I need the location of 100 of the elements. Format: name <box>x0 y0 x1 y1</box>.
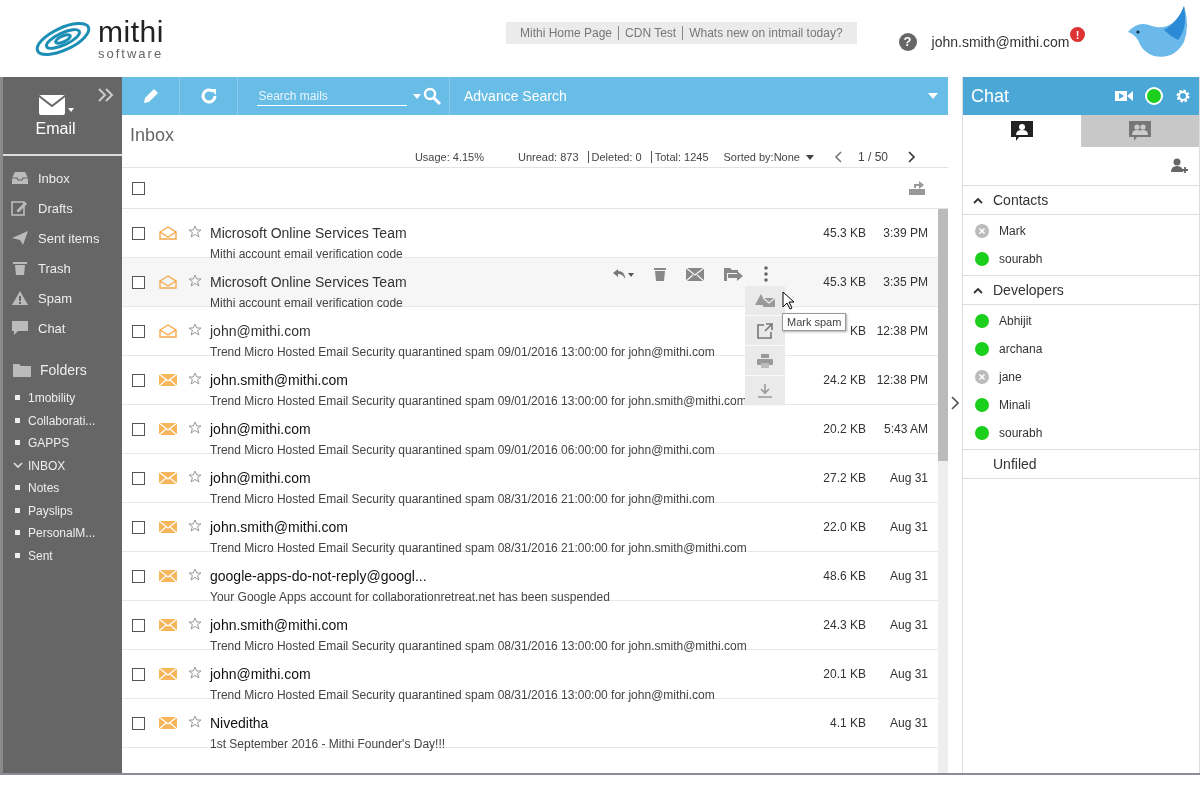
reply-icon[interactable] <box>612 268 634 280</box>
trash-icon[interactable] <box>654 267 666 281</box>
contact-group-header[interactable]: Contacts <box>963 186 1199 215</box>
contact-item[interactable]: sourabh <box>963 419 1199 447</box>
logo-tagline: software <box>98 47 164 60</box>
contact-item[interactable]: archana <box>963 335 1199 363</box>
nav-item[interactable]: Chat <box>3 313 122 343</box>
popout-icon <box>757 322 773 339</box>
mailbox-stat: Usage: 4.15% <box>413 151 485 163</box>
folder-item[interactable]: INBOX <box>3 454 122 477</box>
message-subject: 1st September 2016 - Mithi Founder's Day!!! <box>210 737 446 751</box>
checkbox[interactable] <box>132 227 145 240</box>
nav-item[interactable]: Sent items <box>3 223 122 253</box>
mailbox-stat: Unread: 873 <box>517 151 580 163</box>
folders-header[interactable]: Folders <box>3 357 122 383</box>
folder-item[interactable]: Notes <box>3 477 122 500</box>
bullet-icon <box>13 440 23 447</box>
contact-item[interactable]: Abhijit <box>963 307 1199 335</box>
sender-name: Microsoft Online Services Team <box>210 274 407 290</box>
folder-item[interactable]: GAPPS <box>3 432 122 455</box>
printer-icon <box>757 353 773 368</box>
checkbox[interactable] <box>132 668 145 681</box>
email-module-button[interactable]: Email <box>3 77 122 156</box>
header-link[interactable]: Whats new on intmail today? <box>682 26 849 40</box>
message-size: 27.2 KB <box>822 471 866 485</box>
message-size: 45.3 KB <box>822 275 866 289</box>
message-subject: Trend Micro Hosted Email Security quarantined spam 08/31/2016 21:00:00 for john@mithi.com <box>210 492 715 506</box>
previous-page-icon[interactable] <box>833 151 842 163</box>
checkbox[interactable] <box>132 423 145 436</box>
checkbox[interactable] <box>132 521 145 534</box>
contact-item[interactable]: Mark <box>963 217 1199 245</box>
checkbox[interactable] <box>132 374 145 387</box>
star-icon[interactable] <box>188 617 202 631</box>
star-icon[interactable] <box>188 519 202 533</box>
checkbox[interactable] <box>132 325 145 338</box>
message-subject: Trend Micro Hosted Email Security quarantined spam 09/01/2016 06:00:00 for john@mithi.com <box>210 443 715 457</box>
contact-item[interactable]: sourabh <box>963 245 1199 273</box>
chevron-icon[interactable] <box>973 196 983 204</box>
sort-dropdown[interactable]: Sorted by:None <box>723 151 800 163</box>
star-icon[interactable] <box>188 274 202 288</box>
message-time: 5:43 AM <box>882 422 929 436</box>
mailbox-stat: Total: 1245 <box>650 151 712 163</box>
logo-name: mithi <box>98 17 164 47</box>
sender-name: Microsoft Online Services Team <box>210 225 407 241</box>
sender-name: john@mithi.com <box>210 470 311 486</box>
star-icon[interactable] <box>188 715 202 729</box>
chevron-icon[interactable] <box>973 286 983 294</box>
more-icon[interactable] <box>764 266 768 282</box>
message-subject: Trend Micro Hosted Email Security quarantined spam 08/31/2016 13:00:00 for john@mithi.com <box>210 688 715 702</box>
envelope-icon[interactable] <box>686 267 704 281</box>
folder-item[interactable]: Payslips <box>3 499 122 522</box>
checkbox[interactable] <box>132 619 145 632</box>
contact-item[interactable]: Minali <box>963 391 1199 419</box>
star-icon[interactable] <box>188 470 202 484</box>
expand-icon[interactable] <box>98 88 114 102</box>
star-icon[interactable] <box>188 372 202 386</box>
message-size: 24.3 KB <box>822 618 866 632</box>
select-all-checkbox[interactable] <box>132 181 145 195</box>
nav-item[interactable]: Trash <box>3 253 122 283</box>
tray-icon <box>11 171 29 185</box>
header-link[interactable]: Mithi Home Page <box>514 26 619 40</box>
settings-icon[interactable] <box>1175 88 1191 104</box>
caret-icon[interactable] <box>805 154 814 160</box>
user-menu[interactable]: john.smith@mithi.com <box>931 33 1070 50</box>
move-folder-icon[interactable] <box>724 267 744 281</box>
video-camera-icon[interactable] <box>1115 90 1133 102</box>
message-size: 22.0 KB <box>822 520 866 534</box>
checkbox[interactable] <box>132 276 145 289</box>
message-size: 4.1 KB <box>828 716 866 730</box>
folder-item[interactable]: PersonalM... <box>3 522 122 545</box>
sender-name: john.smith@mithi.com <box>210 519 348 535</box>
help-button[interactable]: ? <box>898 32 917 51</box>
nav-item[interactable]: Drafts <box>3 193 122 223</box>
checkbox[interactable] <box>132 472 145 485</box>
folder-item[interactable]: 1mobility <box>3 387 122 410</box>
folder-item[interactable]: Sent <box>3 544 122 567</box>
next-page-icon[interactable] <box>908 151 916 163</box>
scrollbar-thumb[interactable] <box>938 209 948 461</box>
star-icon[interactable] <box>188 568 202 582</box>
contact-group-header[interactable]: Unfiled <box>963 450 1199 479</box>
star-icon[interactable] <box>188 421 202 435</box>
nav-item[interactable]: Spam <box>3 283 122 313</box>
contact-item[interactable]: jane <box>963 363 1199 391</box>
tray-upload-icon[interactable] <box>908 180 926 196</box>
header-link[interactable]: CDN Test <box>618 26 683 40</box>
star-icon[interactable] <box>188 225 202 239</box>
search-icon[interactable] <box>422 87 441 105</box>
star-icon[interactable] <box>188 666 202 680</box>
message-time: Aug 31 <box>888 471 929 485</box>
nav-item[interactable]: Inbox <box>3 163 122 193</box>
add-contact-icon[interactable] <box>1171 158 1189 174</box>
status-indicator[interactable] <box>1145 87 1163 105</box>
contact-group-header[interactable]: Developers <box>963 276 1199 305</box>
star-icon[interactable] <box>188 323 202 337</box>
sender-name: john@mithi.com <box>210 666 311 682</box>
search-field[interactable]: Search mails <box>256 86 407 106</box>
checkbox[interactable] <box>132 717 145 730</box>
folder-item[interactable]: Collaborati... <box>3 409 122 432</box>
checkbox[interactable] <box>132 570 145 583</box>
message-subject: Trend Micro Hosted Email Security quarantined spam 08/31/2016 13:00:00 for john.smith@mithi.com <box>210 639 747 653</box>
